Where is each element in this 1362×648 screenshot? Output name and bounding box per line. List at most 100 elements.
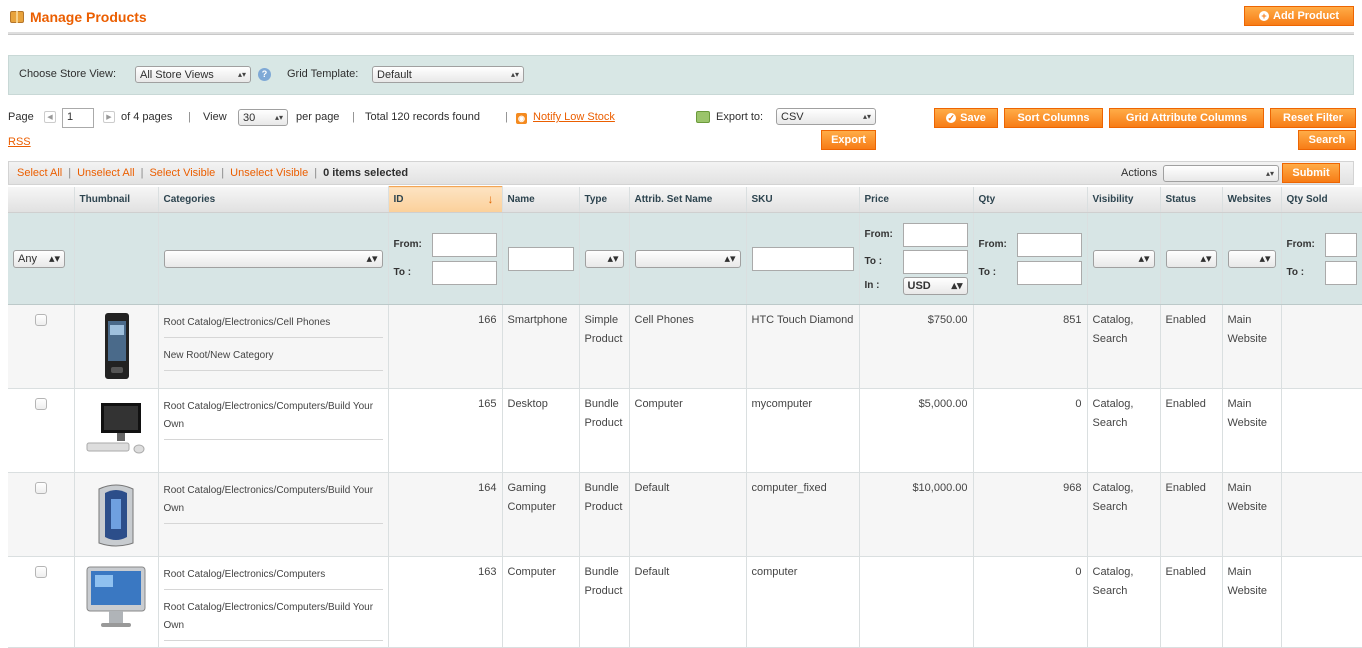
filter-attrib-select[interactable]: ▴▾: [634, 249, 741, 268]
select-visible-link[interactable]: Select Visible: [149, 167, 215, 179]
grid-body: Root Catalog/Electronics/Cell Phones New …: [8, 304, 1362, 648]
filter-websites-select[interactable]: ▴▾: [1227, 249, 1276, 268]
page-input[interactable]: 1: [62, 108, 94, 128]
row-checkbox[interactable]: [34, 566, 47, 578]
websites-cell: Main Website: [1222, 556, 1282, 648]
col-header-sku[interactable]: SKU: [746, 186, 860, 213]
filter-categories-select[interactable]: ▴▾: [163, 249, 383, 268]
filter-id-from[interactable]: [431, 232, 497, 257]
search-button[interactable]: Search: [1298, 130, 1356, 150]
submit-button[interactable]: Submit: [1282, 163, 1340, 183]
unselect-all-link[interactable]: Unselect All: [77, 167, 134, 179]
filter-qty-sold-to[interactable]: [1324, 260, 1357, 285]
select-arrows-icon: ▴▾: [1200, 253, 1212, 265]
filter-price-from[interactable]: [902, 222, 968, 247]
filter-currency-select[interactable]: USD ▴▾: [902, 276, 968, 295]
select-arrows-icon: ▴▾: [237, 70, 246, 79]
grid-template-value: Default: [377, 68, 412, 81]
reset-filter-button[interactable]: Reset Filter: [1270, 108, 1356, 128]
row-checkbox[interactable]: [34, 398, 47, 410]
filter-qty-to[interactable]: [1016, 260, 1082, 285]
rss-link[interactable]: RSS: [8, 136, 31, 148]
col-header-status[interactable]: Status: [1160, 186, 1223, 213]
export-button[interactable]: Export: [821, 130, 876, 150]
filter-any-select[interactable]: Any ▴▾: [13, 249, 65, 268]
attrib-set-cell: Computer: [629, 388, 747, 473]
help-icon[interactable]: ?: [258, 68, 271, 81]
qty-cell: 0: [973, 556, 1088, 648]
col-header-websites[interactable]: Websites: [1222, 186, 1282, 213]
filter-id-to[interactable]: [431, 260, 497, 285]
filter-type-select[interactable]: ▴▾: [584, 249, 624, 268]
col-header-thumbnail[interactable]: Thumbnail: [74, 186, 159, 213]
store-view-label: Choose Store View:: [19, 68, 117, 80]
add-product-button[interactable]: + Add Product: [1244, 6, 1354, 26]
actions-select[interactable]: ▴▾: [1163, 165, 1279, 182]
filter-qty-sold-from[interactable]: [1324, 232, 1357, 257]
add-product-label: Add Product: [1273, 10, 1339, 22]
massaction-links: Select All | Unselect All | Select Visible | U…: [17, 167, 408, 179]
category-path: Root Catalog/Electronics/Computers/Build…: [163, 479, 383, 524]
thumbnail-cell: [74, 472, 159, 557]
filter-sku-input[interactable]: [751, 246, 854, 271]
filter-cell-select: Any ▴▾: [8, 212, 75, 305]
view-label: View: [203, 111, 227, 123]
id-cell: 166: [388, 304, 503, 389]
table-row[interactable]: Root Catalog/Electronics/Computers/Build…: [8, 388, 1362, 473]
select-arrows-icon: ▴▾: [1265, 169, 1274, 178]
filter-from-label: From:: [393, 239, 422, 250]
price-cell: [859, 556, 974, 648]
per-page-select[interactable]: 30 ▴▾: [238, 109, 288, 126]
table-row[interactable]: Root Catalog/Electronics/Computers Root C…: [8, 556, 1362, 648]
col-header-visibility[interactable]: Visibility: [1087, 186, 1161, 213]
sort-columns-button[interactable]: Sort Columns: [1004, 108, 1103, 128]
store-view-select[interactable]: All Store Views ▴▾: [135, 66, 251, 83]
per-page-label: per page: [296, 111, 340, 123]
websites-cell: Main Website: [1222, 388, 1282, 473]
select-arrows-icon: ▴▾: [951, 280, 963, 292]
export-format-select[interactable]: CSV ▴▾: [776, 108, 876, 125]
filter-visibility-select[interactable]: ▴▾: [1092, 249, 1155, 268]
col-header-categories[interactable]: Categories: [158, 186, 389, 213]
col-header-checkbox: [8, 186, 75, 213]
visibility-cell: Catalog, Search: [1087, 556, 1161, 648]
notify-low-stock-link[interactable]: Notify Low Stock: [533, 111, 615, 123]
save-button[interactable]: ✓ Save: [934, 108, 998, 128]
grid-filter-row: Any ▴▾ ▴▾ From: To : ▴▾ ▴▾ From: To : In …: [8, 212, 1362, 305]
row-checkbox[interactable]: [34, 482, 47, 494]
col-header-qty-sold[interactable]: Qty Sold: [1281, 186, 1362, 213]
table-row[interactable]: Root Catalog/Electronics/Computers/Build…: [8, 472, 1362, 557]
select-all-link[interactable]: Select All: [17, 167, 62, 179]
store-view-value: All Store Views: [140, 68, 214, 81]
unselect-visible-link[interactable]: Unselect Visible: [230, 167, 308, 179]
page-title: Manage Products: [10, 9, 147, 25]
col-header-attrib-set[interactable]: Attrib. Set Name: [629, 186, 747, 213]
prev-page-icon[interactable]: ◀: [44, 111, 56, 123]
name-cell: Desktop: [502, 388, 580, 473]
filter-status-select[interactable]: ▴▾: [1165, 249, 1217, 268]
filter-cell-price: From: To : In : USD ▴▾: [859, 212, 974, 305]
table-row[interactable]: Root Catalog/Electronics/Cell Phones New …: [8, 304, 1362, 389]
products-grid: Thumbnail Categories ID ↓ Name Type Attri…: [8, 186, 1362, 648]
status-cell: Enabled: [1160, 472, 1223, 557]
col-header-name[interactable]: Name: [502, 186, 580, 213]
row-checkbox[interactable]: [34, 314, 47, 326]
filter-price-range: From: To : In : USD ▴▾: [864, 222, 968, 295]
thumbnail-cell: [74, 304, 159, 389]
col-header-id[interactable]: ID ↓: [387, 186, 503, 213]
grid-attribute-columns-button[interactable]: Grid Attribute Columns: [1109, 108, 1264, 128]
filter-name-input[interactable]: [507, 246, 574, 271]
product-thumbnail: [81, 395, 151, 465]
separator: |: [314, 167, 318, 179]
col-header-type[interactable]: Type: [579, 186, 630, 213]
col-header-qty[interactable]: Qty: [973, 186, 1088, 213]
filter-price-to[interactable]: [902, 249, 968, 274]
category-path: New Root/New Category: [163, 344, 383, 371]
filter-qty-from[interactable]: [1016, 232, 1082, 257]
grid-template-select[interactable]: Default ▴▾: [372, 66, 524, 83]
type-cell: Bundle Product: [579, 472, 630, 557]
next-page-icon[interactable]: ▶: [103, 111, 115, 123]
qty-sold-cell: [1281, 556, 1362, 648]
filter-to-label: To :: [864, 256, 883, 267]
col-header-price[interactable]: Price: [859, 186, 974, 213]
